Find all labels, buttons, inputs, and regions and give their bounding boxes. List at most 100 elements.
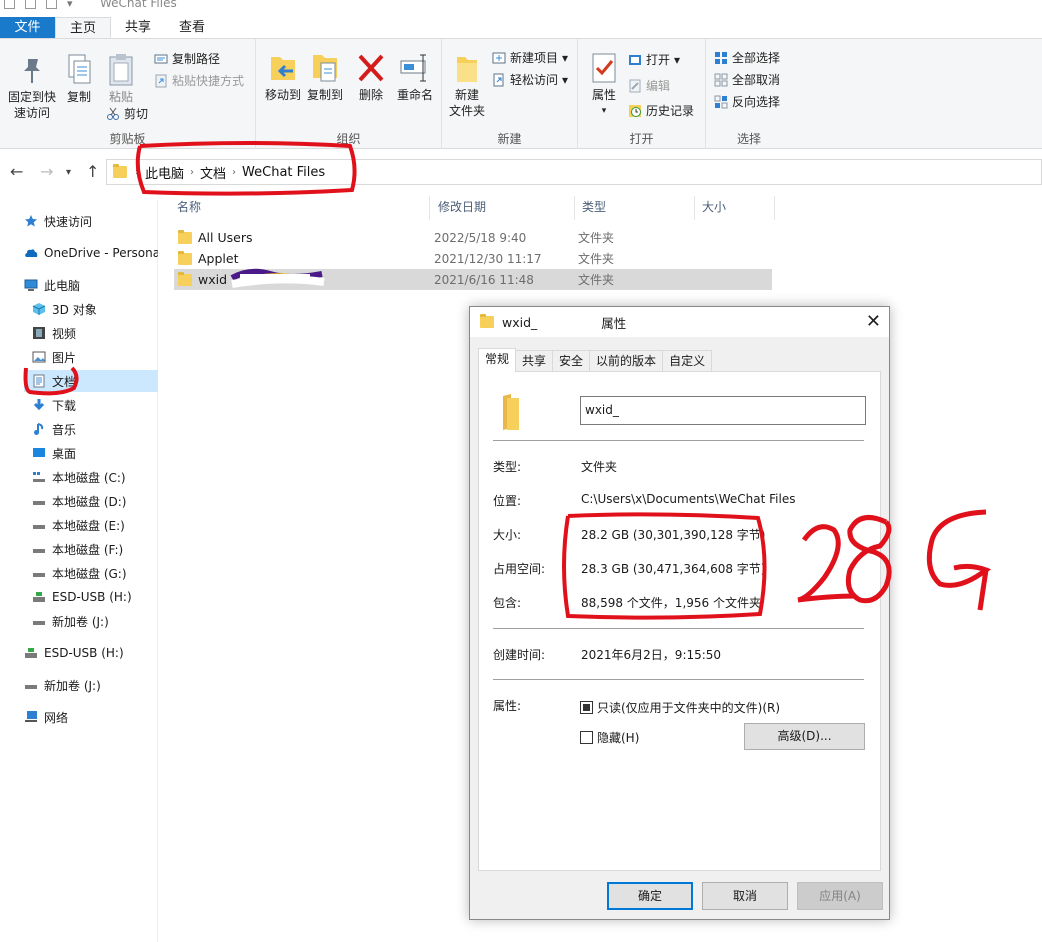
picture-icon	[32, 350, 46, 364]
cut-button[interactable]: 剪切	[106, 105, 148, 122]
properties-dialog: wxid_ 属性 ✕ 常规 共享 安全 以前的版本 自定义 wxid_ 类型: …	[469, 306, 890, 920]
sidebar-item-quick-access[interactable]: 快速访问	[24, 210, 92, 232]
open-button[interactable]: 打开 ▾	[628, 51, 680, 68]
table-row[interactable]: All Users 2022/5/18 9:40 文件夹	[174, 227, 772, 248]
breadcrumb-separator[interactable]: ›	[190, 167, 194, 178]
quick-access-folder2-icon[interactable]	[46, 0, 57, 9]
cancel-button[interactable]: 取消	[702, 882, 788, 910]
copy-button[interactable]: 复制	[62, 53, 96, 105]
copy-to-button[interactable]: 复制到	[302, 51, 348, 103]
breadcrumb-documents[interactable]: 文档	[200, 163, 226, 182]
advanced-button[interactable]: 高级(D)...	[744, 723, 865, 750]
tab-previous-versions[interactable]: 以前的版本	[589, 350, 664, 372]
folder-name-field[interactable]: wxid_	[580, 396, 866, 425]
new-folder-button[interactable]: 新建 文件夹	[446, 51, 488, 119]
sidebar-item-drive-f[interactable]: 本地磁盘 (F:)	[32, 538, 123, 560]
sidebar-item-drive-d[interactable]: 本地磁盘 (D:)	[32, 490, 126, 512]
clipboard-group: 固定到快 速访问 复制 粘贴 复制路径 粘贴快捷方式 剪切 剪贴板	[0, 39, 256, 149]
recent-dropdown-icon[interactable]: ▾	[66, 167, 71, 178]
divider	[493, 628, 864, 629]
sidebar-item-videos[interactable]: 视频	[32, 322, 76, 344]
readonly-checkbox-box[interactable]	[580, 701, 593, 714]
edit-button[interactable]: 编辑	[628, 77, 670, 94]
column-header-name[interactable]: 名称	[170, 196, 430, 220]
title-bar: ▾ WeChat Files	[0, 0, 1042, 12]
breadcrumb-wechat-files[interactable]: WeChat Files	[242, 165, 325, 180]
sidebar-item-onedrive[interactable]: OneDrive - Persona	[24, 242, 158, 264]
address-folder-icon	[113, 164, 127, 178]
history-button[interactable]: 历史记录	[628, 102, 694, 119]
sidebar-item-documents[interactable]: 文档	[24, 370, 158, 392]
select-none-button[interactable]: 全部取消	[714, 71, 780, 88]
sidebar-item-usb-h-root[interactable]: ESD-USB (H:)	[24, 642, 124, 664]
paste-shortcut-button[interactable]: 粘贴快捷方式	[154, 72, 244, 89]
tab-sharing[interactable]: 共享	[515, 350, 554, 372]
rename-button[interactable]: 重命名	[394, 51, 436, 103]
column-header-date[interactable]: 修改日期	[431, 196, 575, 220]
created-value: 2021年6月2日，9:15:50	[581, 648, 722, 662]
sidebar-item-this-pc[interactable]: 此电脑	[24, 274, 80, 296]
table-row[interactable]: Applet 2021/12/30 11:17 文件夹	[174, 248, 772, 269]
address-bar[interactable]: › 此电脑 › 文档 › WeChat Files	[106, 159, 1042, 185]
sidebar-item-volume-j[interactable]: 新加卷 (J:)	[32, 610, 109, 632]
properties-button[interactable]: 属性 ▾	[586, 51, 622, 119]
select-all-button[interactable]: 全部选择	[714, 49, 780, 66]
dialog-title-bar: wxid_ 属性	[470, 307, 889, 337]
sidebar-item-3d-objects[interactable]: 3D 对象	[32, 298, 97, 320]
paste-button[interactable]: 粘贴	[104, 53, 138, 105]
sidebar-item-network[interactable]: 网络	[24, 706, 68, 728]
large-folder-icon	[497, 392, 523, 430]
quick-access-folder-icon[interactable]	[4, 0, 15, 9]
back-arrow-icon[interactable]: ←	[10, 162, 23, 181]
move-to-button[interactable]: 移动到	[260, 51, 306, 103]
tab-file[interactable]: 文件	[0, 17, 55, 38]
pin-quick-access-button[interactable]: 固定到快 速访问	[6, 53, 58, 121]
easy-access-button[interactable]: 轻松访问 ▾	[492, 71, 568, 88]
sidebar-item-volume-j-root[interactable]: 新加卷 (J:)	[24, 674, 101, 696]
usb-icon	[24, 646, 38, 660]
edit-icon	[628, 79, 642, 93]
quick-access-dropdown-icon[interactable]: ▾	[67, 0, 73, 10]
sidebar-item-desktop[interactable]: 桌面	[32, 442, 76, 464]
drive-icon	[24, 678, 38, 692]
invert-selection-button[interactable]: 反向选择	[714, 93, 780, 110]
breadcrumb-this-pc[interactable]: 此电脑	[145, 163, 184, 182]
breadcrumb-separator[interactable]: ›	[135, 167, 139, 178]
column-header-type[interactable]: 类型	[575, 196, 695, 220]
computer-icon	[24, 278, 38, 292]
readonly-checkbox[interactable]: 只读(仅应用于文件夹中的文件)(R)	[580, 699, 780, 716]
delete-button[interactable]: 删除	[354, 51, 388, 103]
sidebar-item-usb-h[interactable]: ESD-USB (H:)	[32, 586, 132, 608]
tab-customize[interactable]: 自定义	[662, 350, 713, 372]
sidebar-item-drive-e[interactable]: 本地磁盘 (E:)	[32, 514, 125, 536]
sidebar-item-pictures[interactable]: 图片	[32, 346, 76, 368]
copy-path-icon	[154, 52, 168, 66]
apply-button[interactable]: 应用(A)	[797, 882, 883, 910]
rename-icon	[399, 51, 431, 85]
copy-path-button[interactable]: 复制路径	[154, 50, 220, 67]
tab-home[interactable]: 主页	[55, 17, 112, 38]
sidebar-item-drive-c[interactable]: 本地磁盘 (C:)	[32, 466, 126, 488]
forward-arrow-icon[interactable]: →	[40, 162, 53, 181]
tab-share[interactable]: 共享	[111, 17, 165, 38]
open-icon	[628, 53, 642, 67]
quick-access-check-icon[interactable]	[25, 0, 36, 9]
tab-security[interactable]: 安全	[552, 350, 591, 372]
close-icon[interactable]: ✕	[866, 311, 881, 332]
up-arrow-icon[interactable]: ↑	[86, 162, 99, 181]
tab-general[interactable]: 常规	[478, 348, 517, 372]
tab-view[interactable]: 查看	[165, 17, 219, 38]
ok-button[interactable]: 确定	[607, 882, 693, 910]
sidebar-item-music[interactable]: 音乐	[32, 418, 76, 440]
open-group-label: 打开	[629, 132, 654, 146]
drive-icon	[32, 566, 46, 580]
dialog-title-prefix: wxid_	[502, 314, 538, 330]
table-row[interactable]: wxid 2021/6/16 11:48 文件夹	[174, 268, 772, 290]
hidden-checkbox[interactable]: 隐藏(H)	[580, 729, 639, 746]
breadcrumb-separator[interactable]: ›	[232, 167, 236, 178]
new-item-button[interactable]: 新建项目 ▾	[492, 49, 568, 66]
hidden-checkbox-box[interactable]	[580, 731, 593, 744]
sidebar-item-downloads[interactable]: 下载	[32, 394, 76, 416]
sidebar-item-drive-g[interactable]: 本地磁盘 (G:)	[32, 562, 127, 584]
column-header-size[interactable]: 大小	[695, 196, 775, 220]
